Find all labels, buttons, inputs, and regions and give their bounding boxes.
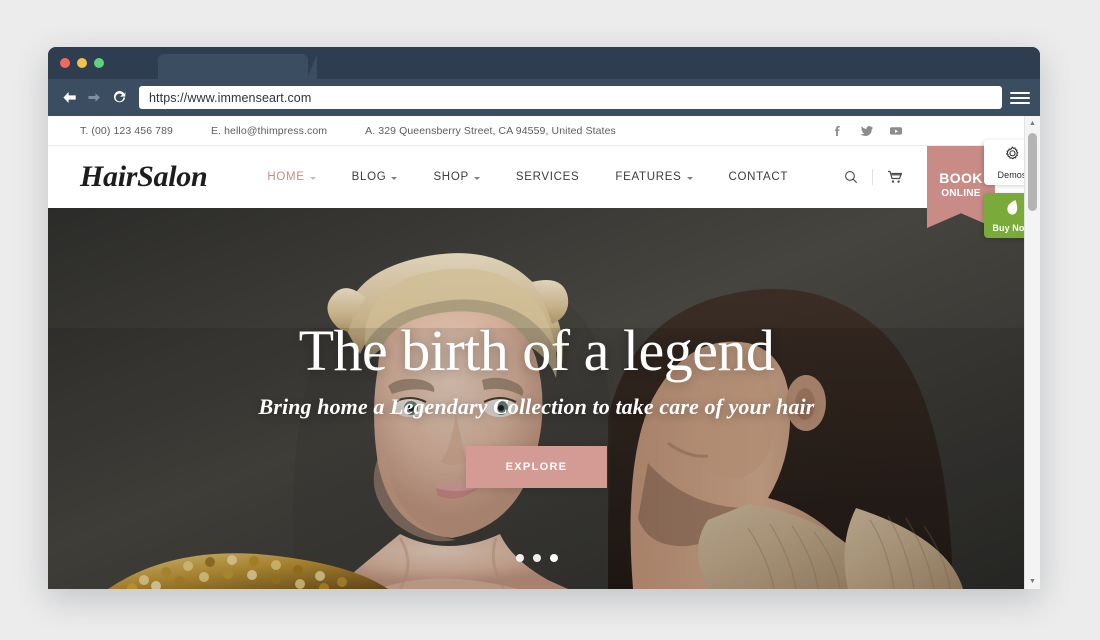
demos-widget-label: Demos	[997, 169, 1027, 180]
address-bar[interactable]: https://www.immenseart.com	[139, 86, 1002, 109]
site-header: HairSalon HOME BLOG SHOP SERVICES FEATUR…	[48, 146, 1025, 228]
nav-item-home[interactable]: HOME	[249, 171, 333, 183]
slider-dot-3[interactable]	[549, 554, 558, 562]
browser-window: https://www.immenseart.com T. (00) 123 4…	[48, 47, 1040, 589]
chevron-down-icon	[309, 176, 316, 180]
phone-text: T. (00) 123 456 789	[80, 124, 173, 137]
close-window-button[interactable]	[60, 58, 70, 68]
nav-item-shop[interactable]: SHOP	[415, 171, 497, 183]
explore-button[interactable]: EXPLORE	[465, 446, 608, 488]
hero-subtitle: Bring home a Legendary Collection to tak…	[258, 394, 815, 419]
scroll-down-icon[interactable]: ▼	[1025, 574, 1040, 589]
window-traffic-lights	[60, 58, 104, 68]
envato-leaf-icon	[1004, 199, 1020, 221]
site-logo[interactable]: HairSalon	[80, 160, 208, 194]
site-topbar: T. (00) 123 456 789 E. hello@thimpress.c…	[48, 116, 1025, 146]
nav-item-label: FEATURES	[615, 171, 682, 183]
browser-viewport: T. (00) 123 456 789 E. hello@thimpress.c…	[48, 116, 1040, 589]
address-text: A. 329 Queensberry Street, CA 94559, Uni…	[365, 124, 616, 137]
shopping-cart-icon[interactable]	[873, 170, 917, 184]
nav-item-label: HOME	[267, 171, 305, 183]
chevron-down-icon	[391, 176, 398, 180]
browser-toolbar: https://www.immenseart.com	[48, 79, 1040, 116]
nav-item-features[interactable]: FEATURES	[597, 171, 710, 183]
arrow-right-icon[interactable]	[83, 87, 105, 109]
slider-pagination	[48, 554, 1025, 562]
reload-icon[interactable]	[108, 87, 130, 109]
nav-item-contact[interactable]: CONTACT	[711, 171, 807, 183]
maximize-window-button[interactable]	[94, 58, 104, 68]
scrollbar-thumb[interactable]	[1028, 133, 1037, 211]
scroll-up-icon[interactable]: ▲	[1025, 116, 1040, 131]
facebook-icon[interactable]	[831, 124, 844, 137]
page-scrollbar[interactable]: ▲ ▼	[1024, 116, 1040, 589]
hamburger-menu-icon[interactable]	[1010, 87, 1030, 109]
nav-item-blog[interactable]: BLOG	[334, 171, 416, 183]
chevron-down-icon	[473, 176, 480, 180]
chevron-down-icon	[686, 176, 693, 180]
arrow-left-icon[interactable]	[58, 87, 80, 109]
url-text: https://www.immenseart.com	[149, 90, 312, 105]
nav-item-label: SERVICES	[515, 171, 580, 183]
hero-title: The birth of a legend	[298, 318, 775, 383]
search-icon[interactable]	[830, 170, 872, 184]
social-links	[831, 124, 997, 137]
minimize-window-button[interactable]	[77, 58, 87, 68]
gear-icon	[1004, 145, 1021, 168]
slider-dot-2[interactable]	[532, 554, 541, 562]
website-page: T. (00) 123 456 789 E. hello@thimpress.c…	[48, 116, 1025, 589]
nav-item-services[interactable]: SERVICES	[498, 171, 598, 183]
email-text: E. hello@thimpress.com	[210, 124, 328, 137]
main-navigation: HOME BLOG SHOP SERVICES FEATURES CONTACT	[249, 171, 806, 183]
youtube-icon[interactable]	[889, 124, 902, 137]
nav-item-label: BLOG	[351, 171, 387, 183]
hero-content: The birth of a legend Bring home a Legen…	[48, 320, 1025, 488]
nav-item-label: CONTACT	[728, 171, 789, 183]
hero-slider: The birth of a legend Bring home a Legen…	[48, 208, 1025, 589]
browser-titlebar	[48, 47, 1040, 79]
browser-tab[interactable]	[158, 54, 317, 79]
slider-dot-1[interactable]	[515, 554, 524, 562]
twitter-icon[interactable]	[860, 124, 873, 137]
nav-item-label: SHOP	[433, 171, 469, 183]
